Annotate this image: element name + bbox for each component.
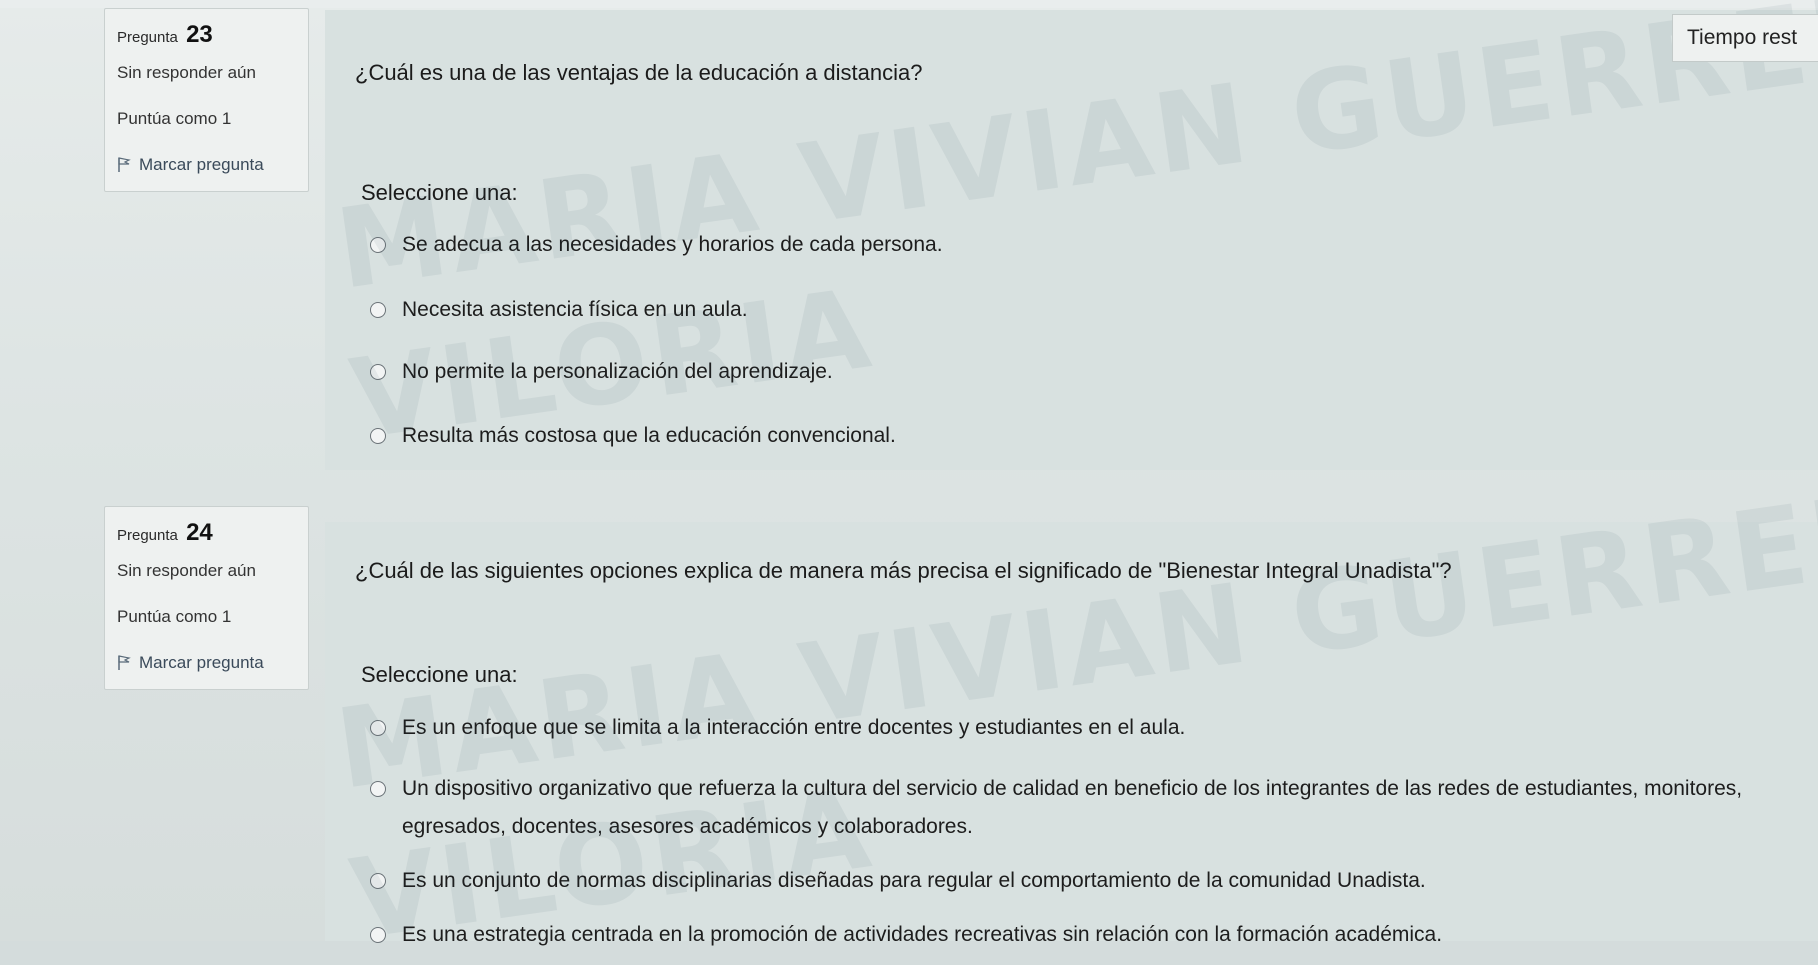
answer-option-d[interactable]: Es una estrategia centrada en la promoci… — [370, 923, 1798, 965]
answer-option-b[interactable]: Un dispositivo organizativo que refuerza… — [370, 777, 1798, 871]
question-23: ¿Cuál es una de las ventajas de la educa… — [0, 0, 1818, 470]
question-number: 23 — [186, 21, 213, 48]
answer-label: Se adecua a las necesidades y horarios d… — [402, 233, 943, 256]
flag-label: Marcar pregunta — [139, 155, 264, 174]
question-info-panel: Pregunta 23 Sin responder aún Puntúa com… — [104, 8, 309, 192]
time-remaining-label: Tiempo rest — [1687, 26, 1798, 49]
quiz-page: ¿Cuál es una de las ventajas de la educa… — [0, 0, 1818, 964]
answer-label: Resulta más costosa que la educación con… — [402, 424, 896, 447]
select-prompt: Seleccione una: — [361, 180, 518, 205]
question-info-panel: Pregunta 24 Sin responder aún Puntúa com… — [104, 506, 309, 690]
answer-label: Un dispositivo organizativo que refuerza… — [402, 777, 1743, 838]
flag-question-link[interactable]: Marcar pregunta — [117, 653, 298, 673]
question-24: ¿Cuál de las siguientes opciones explica… — [0, 500, 1818, 946]
radio-button[interactable] — [370, 428, 386, 444]
radio-button[interactable] — [370, 302, 386, 318]
radio-button[interactable] — [370, 720, 386, 736]
answer-option-d[interactable]: Resulta más costosa que la educación con… — [370, 424, 1798, 486]
question-mark: Puntúa como 1 — [117, 109, 232, 128]
time-remaining-box: Tiempo rest — [1672, 14, 1818, 62]
answer-label: Necesita asistencia física en un aula. — [402, 298, 748, 321]
question-number: 24 — [186, 519, 213, 546]
question-content: ¿Cuál de las siguientes opciones explica… — [325, 522, 1818, 946]
question-text: ¿Cuál es una de las ventajas de la educa… — [355, 60, 923, 85]
radio-button[interactable] — [370, 781, 386, 797]
question-content: ¿Cuál es una de las ventajas de la educa… — [325, 10, 1818, 470]
answer-label: Es un conjunto de normas disciplinarias … — [402, 869, 1426, 892]
question-label: Pregunta — [117, 527, 178, 544]
flag-icon — [118, 655, 131, 670]
question-number-row: Pregunta 23 — [117, 21, 298, 49]
question-number-row: Pregunta 24 — [117, 519, 298, 547]
answer-label: Es una estrategia centrada en la promoci… — [402, 923, 1443, 946]
question-mark: Puntúa como 1 — [117, 607, 232, 626]
flag-icon — [118, 157, 131, 172]
select-prompt: Seleccione una: — [361, 662, 518, 687]
question-text: ¿Cuál de las siguientes opciones explica… — [355, 558, 1452, 583]
flag-question-link[interactable]: Marcar pregunta — [117, 155, 298, 175]
radio-button[interactable] — [370, 364, 386, 380]
radio-button[interactable] — [370, 873, 386, 889]
answer-list: Se adecua a las necesidades y horarios d… — [370, 233, 1798, 486]
flag-label: Marcar pregunta — [139, 653, 264, 672]
answer-label: No permite la personalización del aprend… — [402, 360, 833, 383]
question-state: Sin responder aún — [117, 63, 256, 82]
question-state: Sin responder aún — [117, 561, 256, 580]
radio-button[interactable] — [370, 237, 386, 253]
question-label: Pregunta — [117, 29, 178, 46]
answer-list: Es un enfoque que se limita a la interac… — [370, 716, 1798, 965]
answer-label: Es un enfoque que se limita a la interac… — [402, 716, 1186, 739]
